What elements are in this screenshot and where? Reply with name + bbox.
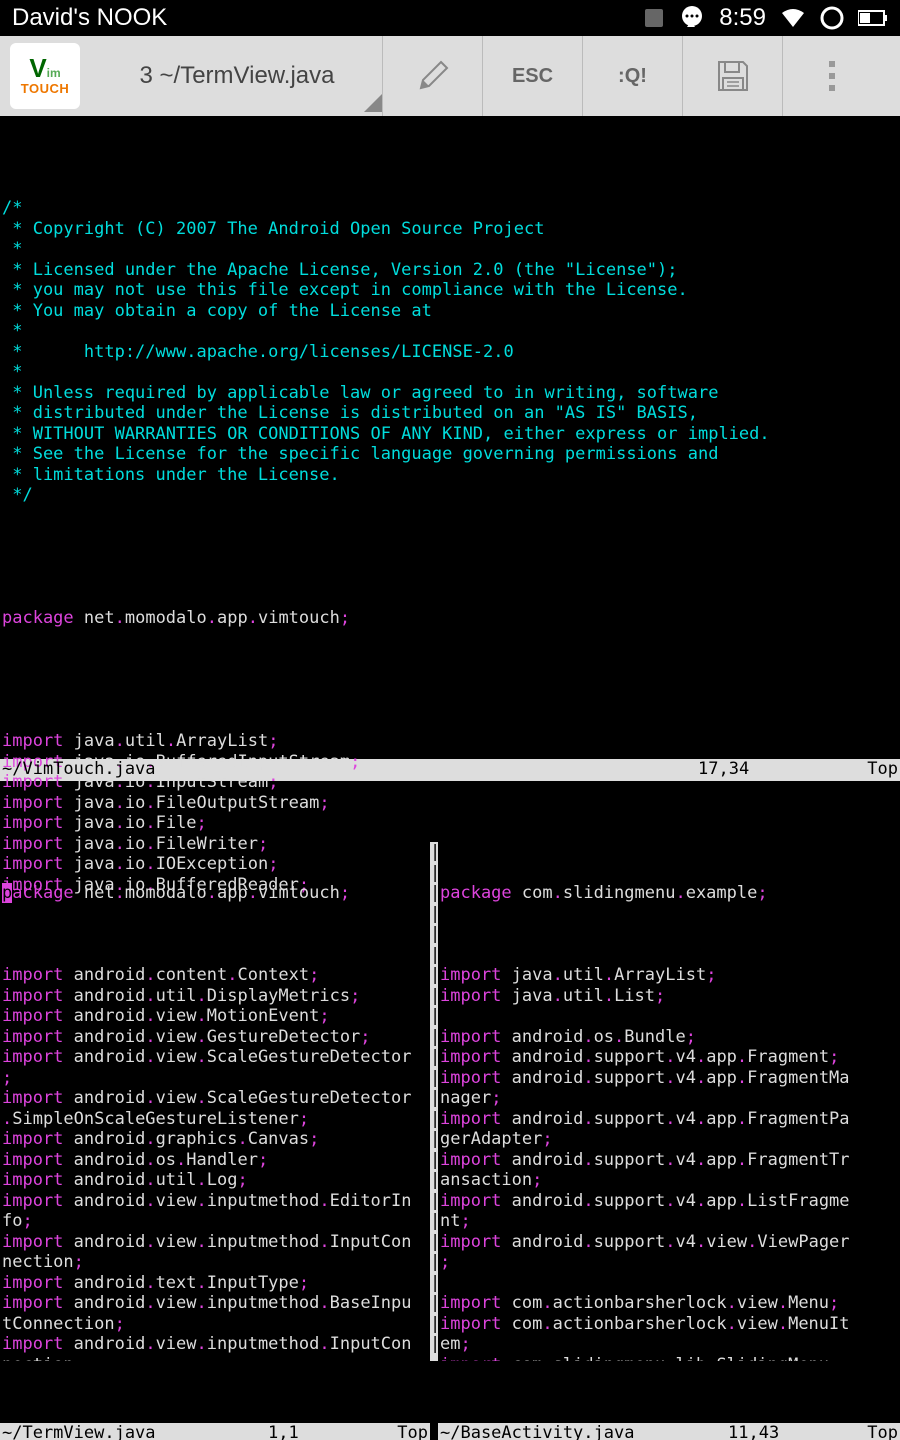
import-line: import com.actionbarsherlock.view.MenuIt [440,1314,898,1335]
status-filename: ~/VimTouch.java [2,759,698,780]
wifi-icon [780,7,806,29]
quit-button[interactable]: :Q! [582,36,682,116]
status-location: Top [838,1423,898,1440]
import-line: import android.support.v4.app.ListFragme [440,1191,898,1212]
wrapped-line: fo; [2,1211,428,1232]
blank-line [440,1273,898,1294]
import-line: import android.os.Handler; [2,1150,428,1171]
app-logo[interactable]: Vim TOUCH [10,43,80,109]
status-location: Top [838,759,898,780]
import-line: import android.view.ScaleGestureDetector [2,1047,428,1068]
import-line: import java.io.File; [2,813,898,834]
wrapped-line: nager; [440,1088,898,1109]
status-line-top: ~/VimTouch.java 17,34 Top [0,759,900,781]
import-line: import com.slidingmenu.lib.SlidingMenu; [440,1355,898,1362]
blank-line [440,945,898,966]
right-split-pane[interactable]: package com.slidingmenu.example; import … [438,842,900,1361]
menu-dots-icon [829,61,837,91]
import-line: import android.support.v4.app.Fragment; [440,1047,898,1068]
device-name: David's NOOK [12,4,167,32]
chat-icon [679,5,705,31]
blank-line [2,945,428,966]
tab-selector[interactable]: 3 ~/TermView.java [92,36,382,116]
import-line: import android.view.inputmethod.InputCon [2,1334,428,1355]
import-line: import android.os.Bundle; [440,1027,898,1048]
esc-button[interactable]: ESC [482,36,582,116]
import-line: import android.support.v4.app.FragmentPa [440,1109,898,1130]
blank-line [440,1006,898,1027]
import-line: import android.util.Log; [2,1170,428,1191]
import-line: import android.graphics.Canvas; [2,1129,428,1150]
import-line: import android.view.GestureDetector; [2,1027,428,1048]
import-line: import android.view.MotionEvent; [2,1006,428,1027]
package-line: package net.momodalo.app.vimtouch; [2,883,428,904]
save-button[interactable] [682,36,782,116]
import-line: import android.content.Context; [2,965,428,986]
pencil-icon [413,56,453,96]
edit-button[interactable] [382,36,482,116]
current-tab-label: 3 ~/TermView.java [140,62,335,90]
clock: 8:59 [719,4,766,32]
blank-line [2,670,898,691]
wrapped-line: tConnection; [2,1314,428,1335]
package-line: package com.slidingmenu.example; [440,883,898,904]
blank-line [2,547,898,568]
app-toolbar: Vim TOUCH 3 ~/TermView.java ESC :Q! [0,36,900,116]
wrapped-line: gerAdapter; [440,1129,898,1150]
import-line: import android.view.ScaleGestureDetector [2,1088,428,1109]
import-line: import android.support.v4.app.FragmentTr [440,1150,898,1171]
import-line: import com.actionbarsherlock.view.Menu; [440,1293,898,1314]
import-line: import android.text.InputType; [2,1273,428,1294]
android-statusbar: David's NOOK 8:59 [0,0,900,36]
wrapped-line: ; [2,1068,428,1089]
status-position: 17,34 [698,759,838,780]
spinner-indicator-icon [364,94,382,112]
wrapped-line: ; [440,1252,898,1273]
import-line: import android.util.DisplayMetrics; [2,986,428,1007]
wrapped-line: .SimpleOnScaleGestureListener; [2,1109,428,1130]
overflow-menu-button[interactable] [782,36,882,116]
vertical-separator: ||||||||||||||||||||||||| [430,842,438,1361]
wrapped-line: nection; [2,1252,428,1273]
import-line: import android.view.inputmethod.EditorIn [2,1191,428,1212]
status-filename: ~/TermView.java [2,1423,268,1440]
status-line-right: ~/BaseActivity.java 11,43 Top [438,1423,900,1440]
import-line: import android.support.v4.view.ViewPager [440,1232,898,1253]
license-comment: /* * Copyright (C) 2007 The Android Open… [2,198,898,506]
terminal-editor[interactable]: /* * Copyright (C) 2007 The Android Open… [0,116,900,1440]
gear-icon [820,6,844,30]
status-line-left: ~/TermView.java 1,1 Top [0,1423,430,1440]
status-position: 11,43 [728,1423,838,1440]
import-line: import android.view.inputmethod.BaseInpu [2,1293,428,1314]
left-split-pane[interactable]: package net.momodalo.app.vimtouch; impor… [0,842,430,1361]
import-line: import android.view.inputmethod.InputCon [2,1232,428,1253]
battery-icon [858,9,888,27]
wrapped-line: nt; [440,1211,898,1232]
wrapped-line: em; [440,1334,898,1355]
notification-icon [643,7,665,29]
package-line: package net.momodalo.app.vimtouch; [2,608,898,629]
import-line: import java.io.FileOutputStream; [2,793,898,814]
import-line: import android.support.v4.app.FragmentMa [440,1068,898,1089]
top-pane[interactable]: /* * Copyright (C) 2007 The Android Open… [0,157,900,697]
status-filename: ~/BaseActivity.java [440,1423,728,1440]
status-position: 1,1 [268,1423,368,1440]
wrapped-line: ansaction; [440,1170,898,1191]
import-line: import java.util.ArrayList; [2,731,898,752]
floppy-icon [715,58,751,94]
import-line: import java.util.ArrayList; [440,965,898,986]
status-location: Top [368,1423,428,1440]
import-line: import java.util.List; [440,986,898,1007]
wrapped-line: nection; [2,1355,428,1362]
